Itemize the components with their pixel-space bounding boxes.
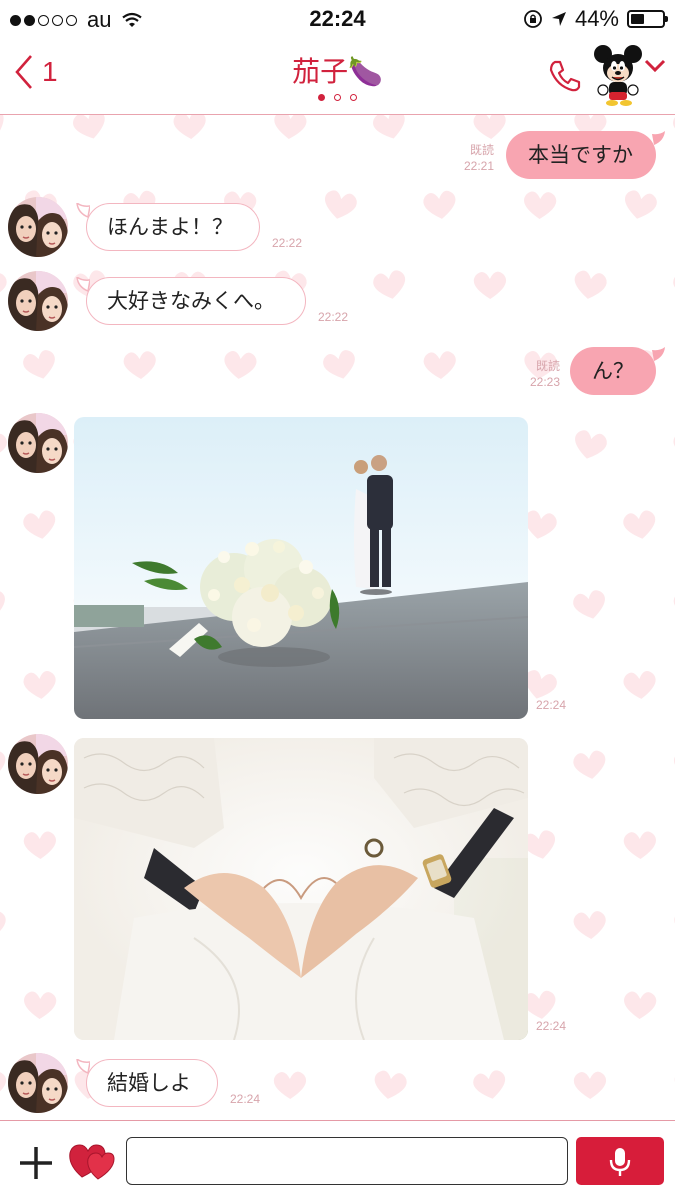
heart-pattern-shape (73, 115, 105, 139)
read-receipt: 既読 22:21 (440, 142, 494, 174)
heart-pattern-shape (123, 351, 156, 379)
page-dot[interactable] (350, 94, 357, 101)
heart-pattern-shape (423, 190, 456, 219)
heart-pattern-shape (573, 1071, 607, 1099)
heart-pattern-shape (373, 270, 406, 299)
message-time: 22:24 (230, 1092, 261, 1106)
battery-percent: 44% (574, 6, 619, 31)
heart-pattern-shape (23, 350, 55, 379)
page-indicator (0, 94, 675, 101)
heart-pattern-shape (573, 750, 606, 779)
page-dot[interactable] (334, 94, 341, 101)
heart-pattern-shape (473, 271, 507, 299)
rotation-lock-icon (524, 10, 542, 28)
outgoing-message[interactable]: 本当ですか (506, 131, 656, 179)
incoming-message[interactable]: 大好きなみくへ。 (86, 277, 306, 325)
heart-pattern-shape (473, 1070, 506, 1099)
chat-area[interactable]: 既読 22:21 本当ですか ほんまよ！？ 22:22 大好きなみくへ。 22:… (0, 115, 675, 1120)
battery-icon (627, 10, 668, 28)
heart-pattern-shape (374, 1070, 407, 1099)
read-receipt: 既読 22:23 (506, 358, 560, 390)
battery-level (631, 14, 644, 24)
chat-header: 1 茄子🍆 (0, 38, 675, 115)
message-time: 22:23 (529, 375, 560, 389)
heart-hands-wedding-photo[interactable] (74, 738, 528, 1040)
plus-icon[interactable] (18, 1145, 54, 1181)
incoming-message[interactable]: 結婚しよ (86, 1059, 218, 1107)
heart-pattern-shape (573, 911, 606, 939)
hearts-icon[interactable] (68, 1141, 116, 1181)
status-bar: au 22:24 44% (0, 0, 675, 38)
heart-pattern-shape (0, 270, 7, 299)
bouquet-with-couple-photo[interactable] (74, 417, 528, 719)
heart-pattern-shape (274, 115, 307, 139)
heart-pattern-shape (423, 351, 456, 379)
microphone-icon (609, 1148, 631, 1176)
message-composer (0, 1120, 675, 1201)
heart-pattern-shape (473, 115, 506, 139)
heart-pattern-shape (23, 510, 56, 539)
heart-pattern-shape (24, 991, 57, 1019)
heart-pattern-shape (324, 190, 357, 219)
heart-pattern-shape (224, 351, 257, 379)
heart-pattern-shape (23, 831, 56, 859)
message-input[interactable] (126, 1137, 568, 1185)
heart-pattern-shape (23, 671, 56, 699)
heart-pattern-shape (0, 1071, 7, 1099)
avatar[interactable] (8, 734, 68, 794)
heart-pattern-shape (0, 590, 5, 619)
heart-pattern-shape (673, 115, 675, 139)
avatar[interactable] (8, 271, 68, 331)
message-time: 22:21 (463, 159, 494, 173)
heart-pattern-shape (673, 270, 675, 299)
page-dot[interactable] (318, 94, 325, 101)
status-right: 44% (523, 6, 668, 32)
heart-pattern-shape (524, 191, 557, 219)
location-arrow-icon (551, 12, 566, 26)
avatar[interactable] (8, 413, 68, 473)
voice-message-button[interactable] (576, 1137, 664, 1185)
avatar[interactable] (8, 197, 68, 257)
heart-pattern-shape (623, 831, 656, 859)
bubble-tail (652, 347, 665, 361)
heart-pattern-shape (624, 991, 657, 1019)
heart-pattern-shape (373, 115, 405, 139)
message-time: 22:22 (318, 310, 349, 324)
mouse-mascot-icon[interactable] (594, 44, 642, 106)
heart-pattern-shape (173, 115, 206, 139)
message-time: 22:24 (536, 698, 567, 712)
avatar[interactable] (8, 1053, 68, 1113)
heart-pattern-shape (0, 115, 4, 138)
outgoing-message[interactable]: ん？ (570, 347, 656, 395)
message-time: 22:24 (536, 1019, 567, 1033)
heart-pattern-shape (575, 430, 607, 459)
heart-pattern-shape (623, 671, 656, 699)
bubble-tail (652, 131, 665, 145)
heart-pattern-shape (623, 510, 656, 539)
heart-pattern-shape (0, 750, 6, 779)
message-time: 22:22 (272, 236, 303, 250)
heart-pattern-shape (0, 911, 6, 939)
heart-pattern-shape (574, 270, 607, 299)
incoming-message[interactable]: ほんまよ！？ (86, 203, 260, 251)
heart-pattern-shape (624, 190, 657, 219)
heart-pattern-shape (323, 350, 355, 379)
chevron-down-icon[interactable] (644, 58, 666, 74)
heart-pattern-shape (573, 590, 605, 619)
phone-icon[interactable] (547, 58, 583, 94)
